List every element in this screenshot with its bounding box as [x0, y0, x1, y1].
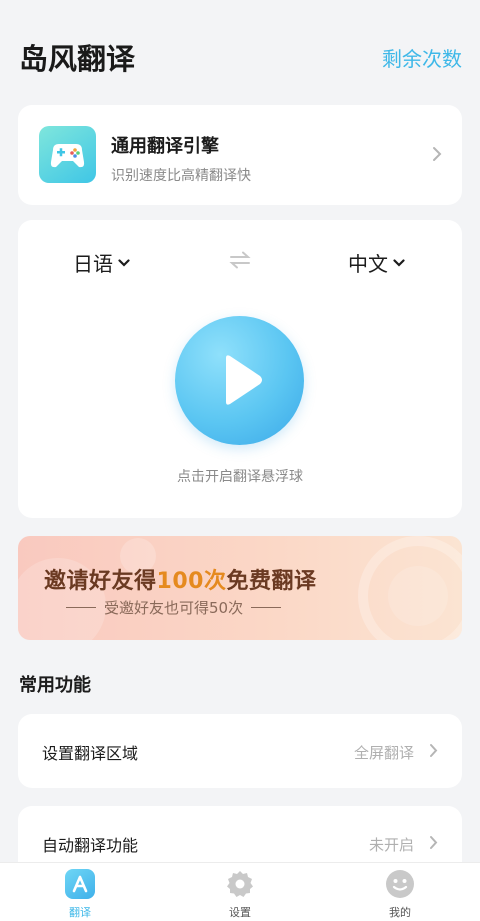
chevron-down-icon	[393, 258, 405, 267]
source-language-label: 日语	[73, 252, 113, 276]
translate-icon	[65, 869, 95, 899]
row-value: 未开启	[368, 836, 414, 854]
row-value: 全屏翻译	[353, 744, 414, 762]
target-language-label: 中文	[348, 252, 388, 276]
app-title: 岛风翻译	[19, 42, 136, 76]
tab-profile[interactable]: 我的	[350, 863, 450, 921]
translator-card: 日语 中文 点击开启翻译悬浮球	[18, 220, 462, 518]
engine-title: 通用翻译引擎	[111, 136, 219, 157]
bottom-tab-bar: 翻译 设置 我的	[0, 862, 480, 921]
banner-title-prefix: 邀请好友得	[44, 569, 157, 594]
divider-line	[66, 607, 96, 608]
row-label: 设置翻译区域	[42, 744, 139, 763]
banner-subtitle: 受邀好友也可得50次	[58, 597, 289, 618]
remaining-count-link[interactable]: 剩余次数	[382, 43, 462, 72]
play-icon	[226, 355, 262, 405]
divider-line	[251, 607, 282, 608]
play-hint: 点击开启翻译悬浮球	[177, 469, 303, 485]
gear-icon	[225, 869, 255, 899]
tab-label: 设置	[229, 906, 251, 919]
tab-label: 我的	[389, 906, 411, 919]
tab-translate[interactable]: 翻译	[30, 863, 130, 921]
row-label: 自动翻译功能	[42, 836, 139, 855]
engine-subtitle: 识别速度比高精翻译快	[111, 168, 251, 184]
features-section-title: 常用功能	[19, 675, 91, 696]
source-language-select[interactable]: 日语	[73, 248, 130, 277]
smiley-icon	[385, 869, 415, 899]
chevron-right-icon	[429, 835, 438, 854]
banner-title-suffix: 免费翻译	[226, 569, 317, 594]
chevron-right-icon	[429, 743, 438, 762]
floating-ball-play-button[interactable]	[175, 316, 304, 445]
tab-settings[interactable]: 设置	[190, 863, 290, 921]
chevron-down-icon	[118, 258, 130, 267]
invite-banner[interactable]: 邀请好友得100次免费翻译 受邀好友也可得50次	[18, 536, 462, 640]
header: 岛风翻译 剩余次数	[0, 0, 480, 100]
target-language-select[interactable]: 中文	[348, 248, 405, 277]
chevron-right-icon	[432, 146, 442, 166]
swap-languages-icon[interactable]	[229, 251, 251, 273]
engine-card[interactable]: 通用翻译引擎 识别速度比高精翻译快	[18, 105, 462, 205]
tab-label: 翻译	[69, 906, 91, 919]
setting-row-translate-area[interactable]: 设置翻译区域 全屏翻译	[18, 714, 462, 788]
banner-subtitle-text: 受邀好友也可得50次	[104, 599, 244, 617]
banner-title-highlight: 100次	[156, 569, 227, 594]
banner-title: 邀请好友得100次免费翻译	[44, 563, 316, 595]
gamepad-icon	[39, 126, 96, 183]
